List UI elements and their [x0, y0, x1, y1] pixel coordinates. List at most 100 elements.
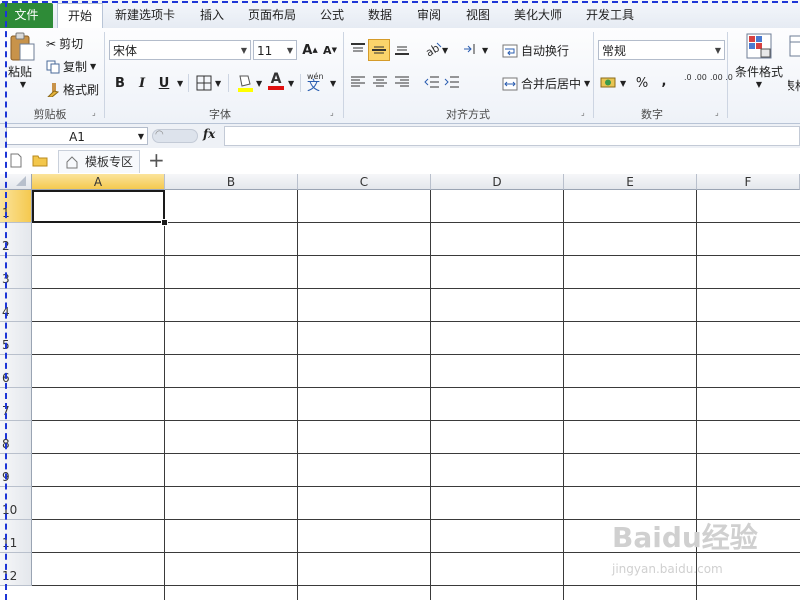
- paste-dropdown-icon[interactable]: ▼: [8, 80, 38, 89]
- tab-template-zone[interactable]: 模板专区: [58, 150, 141, 173]
- orientation-button[interactable]: ab: [423, 41, 442, 60]
- format-as-table-button[interactable]: 表格: [788, 34, 800, 94]
- accounting-dropdown-icon[interactable]: ▼: [620, 79, 626, 88]
- align-right-button[interactable]: [394, 75, 410, 92]
- brush-icon: [47, 82, 60, 97]
- tab-file[interactable]: 文件: [0, 3, 53, 28]
- name-box[interactable]: A1 ▼: [6, 127, 148, 145]
- decrease-decimal-button[interactable]: .00 .0: [710, 74, 733, 82]
- clipboard-group-label: 剪贴板: [33, 108, 67, 121]
- conditional-format-dropdown-icon[interactable]: ▼: [734, 80, 784, 89]
- align-left-button[interactable]: [350, 75, 366, 92]
- font-launcher-icon[interactable]: ⌟: [330, 108, 334, 117]
- font-color-dropdown-icon[interactable]: ▼: [288, 79, 294, 88]
- grow-font-button[interactable]: A ▲: [300, 40, 320, 60]
- formula-bar: A1 ▼ ◠ fx: [0, 124, 800, 149]
- open-folder-button[interactable]: [32, 153, 48, 170]
- merge-center-button[interactable]: 合并后居中 ▼: [502, 75, 590, 92]
- fill-color-button[interactable]: [236, 73, 254, 96]
- new-document-button[interactable]: [10, 153, 22, 171]
- row-gridline: [32, 585, 800, 586]
- wrap-text-button[interactable]: 自动换行: [502, 42, 569, 59]
- merge-dropdown-icon[interactable]: ▼: [584, 79, 590, 88]
- alignment-launcher-icon[interactable]: ⌟: [581, 108, 585, 117]
- row-gridline: [32, 486, 800, 487]
- italic-button[interactable]: I: [132, 73, 152, 93]
- divider: [228, 74, 229, 92]
- namebox-splitter[interactable]: ◠: [152, 129, 198, 143]
- column-gridline: [430, 190, 431, 600]
- active-cell-a1[interactable]: [32, 190, 165, 223]
- tab-formulas[interactable]: 公式: [312, 3, 352, 28]
- borders-button[interactable]: [196, 75, 212, 94]
- paint-bucket-icon: [238, 75, 253, 92]
- borders-icon: [196, 75, 212, 91]
- font-name-select[interactable]: 宋体 ▼: [109, 40, 251, 60]
- name-box-value: A1: [69, 130, 85, 144]
- tab-review[interactable]: 审阅: [409, 3, 449, 28]
- conditional-format-button[interactable]: 条件格式 ▼: [734, 32, 784, 89]
- column-header-f[interactable]: F: [697, 174, 800, 190]
- orientation-dropdown-icon[interactable]: ▼: [442, 46, 448, 55]
- add-tab-button[interactable]: +: [148, 148, 165, 172]
- tab-insert[interactable]: 插入: [190, 3, 234, 28]
- font-color-button[interactable]: A: [268, 72, 284, 90]
- decrease-decimal-icon: .00 .0: [710, 73, 733, 82]
- format-painter-button[interactable]: 格式刷: [46, 81, 99, 98]
- copy-icon: [46, 60, 60, 73]
- column-header-d[interactable]: D: [431, 174, 564, 190]
- format-as-table-label: 表格: [788, 79, 800, 93]
- comma-button[interactable]: ,: [654, 71, 674, 91]
- bold-button[interactable]: B: [110, 73, 130, 93]
- tab-beautify-master[interactable]: 美化大师: [506, 3, 570, 28]
- fill-color-dropdown-icon[interactable]: ▼: [256, 79, 262, 88]
- copy-dropdown-icon[interactable]: ▼: [90, 62, 96, 71]
- percent-button[interactable]: %: [632, 73, 652, 93]
- column-header-a[interactable]: A: [32, 174, 165, 190]
- middle-align-button[interactable]: [368, 39, 390, 61]
- cut-button[interactable]: ✂ 剪切: [46, 35, 83, 52]
- indent-button[interactable]: [462, 42, 478, 59]
- bottom-align-button[interactable]: [394, 42, 410, 59]
- formula-input[interactable]: [224, 126, 800, 146]
- chevron-down-icon[interactable]: ▼: [138, 128, 144, 146]
- tab-home[interactable]: 开始: [57, 3, 103, 29]
- folder-icon: [32, 155, 48, 167]
- borders-dropdown-icon[interactable]: ▼: [215, 79, 221, 88]
- paste-button[interactable]: 粘贴 ▼: [8, 32, 38, 89]
- number-launcher-icon[interactable]: ⌟: [715, 108, 719, 117]
- underline-button[interactable]: U: [154, 73, 174, 93]
- tab-page-layout[interactable]: 页面布局: [242, 3, 302, 28]
- insert-function-icon[interactable]: fx: [203, 127, 215, 141]
- currency-icon: [600, 77, 616, 88]
- template-zone-label: 模板专区: [85, 155, 134, 169]
- top-align-button[interactable]: [350, 42, 366, 59]
- underline-dropdown-icon[interactable]: ▼: [177, 79, 183, 88]
- phonetic-button[interactable]: wén 文: [307, 73, 324, 94]
- increase-indent-button[interactable]: [444, 75, 460, 92]
- column-header-e[interactable]: E: [564, 174, 697, 190]
- row-gridline: [32, 288, 800, 289]
- row-gridline: [32, 321, 800, 322]
- phonetic-dropdown-icon[interactable]: ▼: [330, 79, 336, 88]
- column-header-c[interactable]: C: [298, 174, 431, 190]
- tab-new-tab[interactable]: 新建选项卡: [108, 3, 182, 28]
- shrink-font-button[interactable]: A ▼: [320, 40, 340, 60]
- increase-decimal-button[interactable]: .0 .00: [684, 74, 707, 82]
- indent-dropdown-icon[interactable]: ▼: [482, 46, 488, 55]
- number-format-select[interactable]: 常规 ▼: [598, 40, 725, 60]
- tab-view[interactable]: 视图: [458, 3, 498, 28]
- copy-button[interactable]: 复制 ▼: [46, 58, 96, 75]
- fill-handle[interactable]: [161, 219, 168, 226]
- tab-developer[interactable]: 开发工具: [578, 3, 642, 28]
- tab-data[interactable]: 数据: [360, 3, 400, 28]
- increase-indent-icon: [444, 76, 459, 88]
- decrease-indent-button[interactable]: [424, 75, 440, 92]
- row-gridline: [32, 420, 800, 421]
- accounting-format-button[interactable]: [600, 74, 618, 93]
- column-header-b[interactable]: B: [165, 174, 298, 190]
- clipboard-launcher-icon[interactable]: ⌟: [92, 108, 96, 117]
- align-center-button[interactable]: [372, 75, 388, 92]
- font-size-select[interactable]: 11 ▼: [253, 40, 297, 60]
- merge-center-label: 合并后居中: [521, 77, 582, 91]
